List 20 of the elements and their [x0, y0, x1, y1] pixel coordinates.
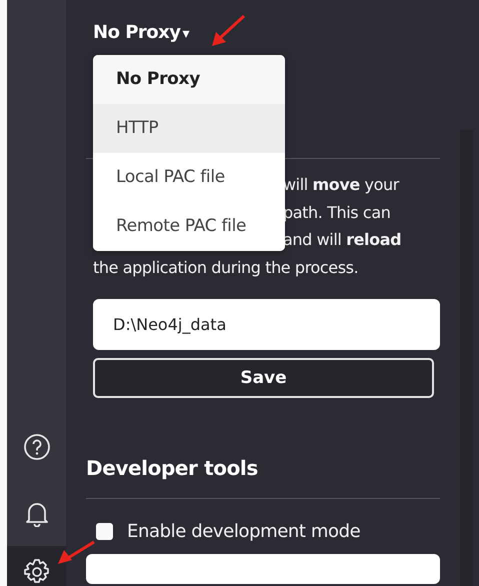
annotation-arrow [210, 14, 246, 48]
annotation-arrow [56, 540, 96, 566]
description-text: the application during the process. [93, 256, 358, 278]
menu-item[interactable]: No Proxy [93, 55, 285, 104]
checkbox-label: Enable development mode [127, 521, 360, 542]
settings-icon [22, 558, 50, 586]
section-heading: Developer tools [86, 456, 259, 480]
sidebar-button[interactable] [7, 546, 66, 586]
description-text: path. This can [283, 202, 390, 224]
menu-item[interactable]: HTTP [93, 104, 285, 153]
menu-item[interactable]: Local PAC file [93, 153, 285, 202]
checkbox[interactable] [96, 523, 113, 540]
description-text: will move your [283, 174, 399, 196]
menu-item[interactable]: Remote PAC file [93, 202, 285, 251]
help-icon [22, 433, 50, 461]
input-field[interactable] [86, 554, 440, 584]
proxy-dropdown[interactable]: No Proxy▾ [93, 22, 190, 43]
description-text: and will reload [283, 229, 402, 251]
save-button[interactable]: Save [93, 358, 434, 398]
path-input[interactable]: D:\Neo4j_data [93, 299, 440, 350]
